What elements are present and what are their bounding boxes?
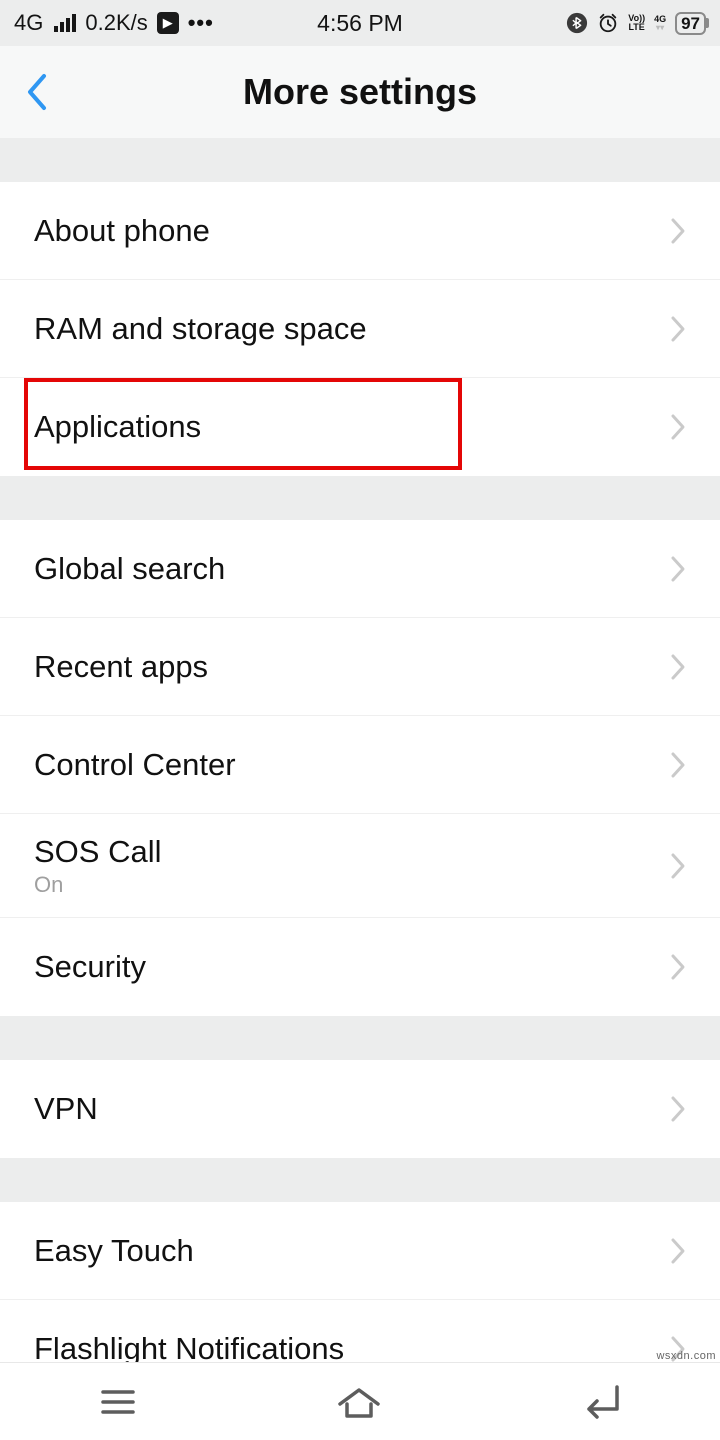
more-dots-icon: ••• bbox=[188, 10, 214, 36]
sos-call-item[interactable]: SOS Call On bbox=[0, 814, 720, 918]
section-gap bbox=[0, 476, 720, 520]
item-label: Recent apps bbox=[34, 649, 670, 685]
home-icon bbox=[334, 1384, 384, 1420]
control-center-item[interactable]: Control Center bbox=[0, 716, 720, 814]
security-item[interactable]: Security bbox=[0, 918, 720, 1016]
chevron-right-icon bbox=[670, 413, 686, 441]
ram-storage-item[interactable]: RAM and storage space bbox=[0, 280, 720, 378]
item-label: RAM and storage space bbox=[34, 311, 670, 347]
chevron-right-icon bbox=[670, 1095, 686, 1123]
section-gap bbox=[0, 1016, 720, 1060]
chevron-right-icon bbox=[670, 1237, 686, 1265]
bluetooth-icon bbox=[566, 12, 588, 34]
section-gap bbox=[0, 1158, 720, 1202]
status-bar: 4G 0.2K/s ▶ ••• 4:56 PM Vo))LTE 4G▾▾ 97 bbox=[0, 0, 720, 46]
about-phone-item[interactable]: About phone bbox=[0, 182, 720, 280]
watermark: wsxdn.com bbox=[656, 1350, 716, 1362]
item-label: SOS Call bbox=[34, 834, 670, 870]
easy-touch-item[interactable]: Easy Touch bbox=[0, 1202, 720, 1300]
item-sublabel: On bbox=[34, 872, 670, 898]
secondary-network: 4G▾▾ bbox=[654, 15, 666, 32]
page-title: More settings bbox=[0, 71, 720, 113]
recents-button[interactable] bbox=[97, 1386, 139, 1418]
home-button[interactable] bbox=[334, 1384, 384, 1420]
item-label: VPN bbox=[34, 1091, 670, 1127]
chevron-right-icon bbox=[670, 953, 686, 981]
navigation-bar bbox=[0, 1362, 720, 1440]
chevron-left-icon bbox=[24, 72, 50, 112]
status-right: Vo))LTE 4G▾▾ 97 bbox=[566, 12, 706, 35]
global-search-item[interactable]: Global search bbox=[0, 520, 720, 618]
back-button[interactable] bbox=[24, 72, 50, 112]
chevron-right-icon bbox=[670, 217, 686, 245]
chevron-right-icon bbox=[670, 852, 686, 880]
item-label: Security bbox=[34, 949, 670, 985]
chevron-right-icon bbox=[670, 555, 686, 583]
battery-indicator: 97 bbox=[675, 12, 706, 35]
section-gap bbox=[0, 138, 720, 182]
signal-icon bbox=[54, 14, 76, 32]
chevron-right-icon bbox=[670, 751, 686, 779]
chevron-right-icon bbox=[670, 315, 686, 343]
back-icon bbox=[579, 1385, 623, 1419]
settings-group: Global search Recent apps Control Center… bbox=[0, 520, 720, 1016]
item-label: Easy Touch bbox=[34, 1233, 670, 1269]
data-speed: 0.2K/s bbox=[85, 10, 147, 36]
item-label: Control Center bbox=[34, 747, 670, 783]
status-left: 4G 0.2K/s ▶ ••• bbox=[14, 10, 214, 36]
settings-group: VPN bbox=[0, 1060, 720, 1158]
network-type: 4G bbox=[14, 10, 43, 36]
media-icon: ▶ bbox=[157, 12, 179, 34]
item-label: Applications bbox=[34, 409, 670, 445]
recent-apps-item[interactable]: Recent apps bbox=[0, 618, 720, 716]
settings-group: About phone RAM and storage space Applic… bbox=[0, 182, 720, 476]
applications-item[interactable]: Applications bbox=[0, 378, 720, 476]
back-nav-button[interactable] bbox=[579, 1385, 623, 1419]
volte-indicator: Vo))LTE bbox=[628, 14, 645, 32]
vpn-item[interactable]: VPN bbox=[0, 1060, 720, 1158]
chevron-right-icon bbox=[670, 653, 686, 681]
title-bar: More settings bbox=[0, 46, 720, 138]
menu-icon bbox=[97, 1386, 139, 1418]
alarm-icon bbox=[597, 12, 619, 34]
item-label: About phone bbox=[34, 213, 670, 249]
item-label: Global search bbox=[34, 551, 670, 587]
